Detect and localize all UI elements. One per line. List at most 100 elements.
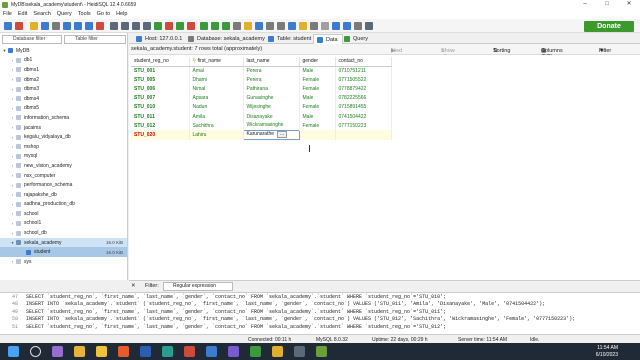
table-cell[interactable]: 0710751211	[335, 66, 392, 76]
table-cell[interactable]: STU_011	[131, 111, 190, 122]
table-cell[interactable]: Gunasinghe	[243, 93, 300, 103]
expand-icon[interactable]: ›	[10, 58, 15, 63]
regex-filter-input[interactable]: Regular expression	[163, 282, 233, 291]
insert-row-icon[interactable]	[154, 22, 162, 30]
menu-edit[interactable]: Edit	[18, 11, 27, 17]
donate-button[interactable]: Donate	[584, 21, 634, 32]
tree-db-jacaims[interactable]: › jacaims	[0, 123, 127, 133]
table-cell[interactable]: Wickramasinghe	[243, 121, 300, 131]
column-header-contact-no[interactable]: contact_no	[335, 57, 392, 67]
table-cell[interactable]: Male	[299, 93, 336, 103]
prev-record-icon[interactable]	[121, 22, 129, 30]
last-record-icon[interactable]	[143, 22, 151, 30]
tree-db-rajapakshe-db[interactable]: › rajapakshe_db	[0, 190, 127, 200]
print-icon[interactable]	[74, 22, 82, 30]
explain-icon[interactable]	[233, 22, 241, 30]
column-header-last-name[interactable]: last_name	[243, 57, 300, 67]
table-cell[interactable]: 0782225566	[335, 93, 392, 103]
format-icon[interactable]	[288, 22, 296, 30]
expand-icon[interactable]: ›	[10, 125, 15, 130]
table-cell[interactable]: 0777150223	[335, 121, 392, 131]
tree-db-school1[interactable]: › school1	[0, 219, 127, 229]
cancel-icon[interactable]	[187, 22, 195, 30]
session-manager-icon[interactable]	[4, 22, 12, 30]
expand-icon[interactable]: ▾	[10, 240, 15, 245]
table-cell[interactable]: Amila	[189, 111, 244, 122]
table-cell[interactable]: Wijesinghe	[243, 102, 300, 112]
tab-data[interactable]: Data	[313, 34, 343, 44]
table-cell[interactable]: Male	[299, 66, 336, 76]
table-row[interactable]: STU_011 Amila Disanayake Male 0741504422	[131, 111, 392, 122]
filter-close-icon[interactable]: ✕	[131, 283, 136, 289]
tree-db-dbms3[interactable]: › dbms3	[0, 84, 127, 94]
replace-icon[interactable]	[277, 22, 285, 30]
table-cell[interactable]: Female	[299, 102, 336, 112]
expand-icon[interactable]: ›	[10, 202, 15, 207]
table-cell[interactable]: STU_020	[131, 130, 190, 140]
table-cell[interactable]: Female	[299, 75, 336, 85]
tab-host[interactable]: Host: 127.0.0.1	[133, 34, 186, 44]
table-row[interactable]: STU_006 Nimal Pathirana Female 0778879422	[131, 84, 392, 94]
table-cell[interactable]: STU_005	[131, 75, 190, 85]
open-sql-icon[interactable]	[244, 22, 252, 30]
expand-icon[interactable]: ›	[10, 67, 15, 72]
import-icon[interactable]	[63, 22, 71, 30]
tree-db-selected[interactable]: ▾ sekala_academy 16.0 KiB	[0, 237, 127, 248]
delete-row-icon[interactable]	[165, 22, 173, 30]
menu-file[interactable]: File	[3, 11, 12, 17]
tree-table-student[interactable]: student 16.0 KiB	[0, 247, 127, 258]
menu-tools[interactable]: Tools	[78, 11, 91, 17]
menu-goto[interactable]: Go to	[97, 11, 110, 17]
tree-db-dbms5[interactable]: › dbms5	[0, 104, 127, 114]
heidisql-taskbar-icon[interactable]	[316, 346, 327, 357]
find-icon[interactable]	[266, 22, 274, 30]
run-line-icon[interactable]	[222, 22, 230, 30]
first-record-icon[interactable]	[110, 22, 118, 30]
table-row[interactable]: STU_012 Sachithra Wickramasinghe Female 0777…	[131, 121, 392, 131]
table-cell[interactable]: Female	[299, 121, 336, 131]
log-icon[interactable]	[332, 22, 340, 30]
table-cell[interactable]: STU_006	[131, 84, 190, 94]
table-cell[interactable]: 0741504422	[335, 111, 392, 122]
exit-icon[interactable]	[365, 22, 373, 30]
tab-table[interactable]: Table: student	[265, 34, 315, 44]
table-cell[interactable]: Lahiru	[189, 130, 244, 140]
refresh-icon[interactable]	[85, 22, 93, 30]
close-button[interactable]: ✕	[618, 0, 640, 9]
table-cell[interactable]: Karunarathe...	[242, 129, 300, 141]
tree-db-kegalu-vidyalaya-db[interactable]: › kegalu_vidyalaya_db	[0, 132, 127, 142]
table-row[interactable]: STU_005 Dhami Perera Female 0771505522	[131, 75, 392, 85]
save-sql-icon[interactable]	[255, 22, 263, 30]
tree-db-nsx-computer[interactable]: › nsx_computer	[0, 171, 127, 181]
cell-editor-button[interactable]: ...	[277, 131, 288, 139]
table-cell[interactable]: Amal	[189, 66, 244, 76]
table-cell[interactable]	[335, 130, 392, 140]
table-cell[interactable]: STU_001	[131, 66, 190, 76]
post-icon[interactable]	[176, 22, 184, 30]
disconnect-icon[interactable]	[15, 22, 23, 30]
tree-db-dbms4[interactable]: › dbms4	[0, 94, 127, 104]
table-cell[interactable]: Dhami	[189, 75, 244, 85]
table-cell[interactable]: Disanayake	[243, 111, 300, 122]
expand-icon[interactable]: ›	[10, 135, 15, 140]
table-cell[interactable]: 0771505522	[335, 75, 392, 85]
expand-icon[interactable]: ›	[10, 77, 15, 82]
expand-icon[interactable]: ›	[10, 87, 15, 92]
expand-icon[interactable]: ›	[10, 154, 15, 159]
expand-icon[interactable]: ›	[10, 115, 15, 120]
table-cell[interactable]: Nimal	[189, 84, 244, 94]
tree-db-performance-schema[interactable]: › performance_schema	[0, 180, 127, 190]
tree-db-sadhna-production-db[interactable]: › sadhna_production_db	[0, 200, 127, 210]
column-header-student-reg-no[interactable]: student_reg_no	[131, 57, 190, 67]
file-explorer-icon[interactable]	[96, 346, 107, 357]
app-icon-gray[interactable]	[294, 346, 305, 357]
clock[interactable]: 11:54 AM 6/10/2023	[596, 345, 618, 358]
table-cell[interactable]	[299, 130, 336, 140]
app-icon-yellow[interactable]	[272, 346, 283, 357]
expand-icon[interactable]: ›	[10, 106, 15, 111]
table-cell[interactable]: Pathirana	[243, 84, 300, 94]
tab-query[interactable]: Query	[341, 34, 372, 44]
table-cell[interactable]: 0778879422	[335, 84, 392, 94]
column-header-first-name[interactable]: ⚲ first_name	[189, 57, 244, 67]
edge-icon[interactable]	[162, 346, 173, 357]
